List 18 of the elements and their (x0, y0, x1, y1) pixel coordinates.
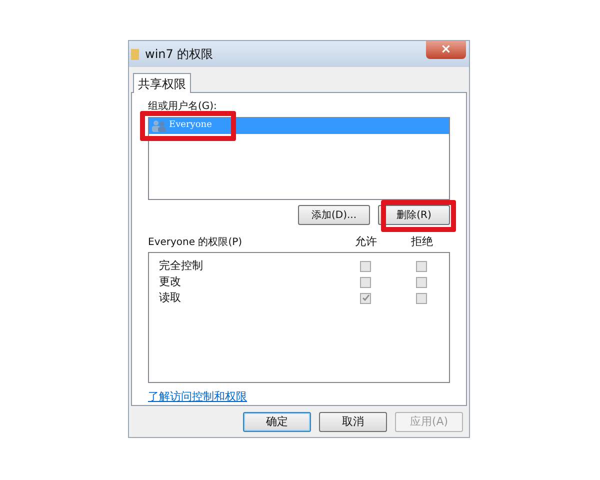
permission-name: 更改 (159, 274, 182, 290)
list-action-button[interactable]: 删除(R) (378, 205, 450, 226)
list-action-button[interactable]: 添加(D)... (298, 205, 370, 226)
permission-name: 读取 (159, 290, 182, 306)
tab[interactable]: 共享权限 (133, 73, 191, 93)
dialog-button[interactable]: 确定 (243, 412, 311, 432)
folder-icon (131, 47, 139, 61)
help-link[interactable]: 了解访问控制和权限 (148, 388, 450, 405)
window-title: win7 的权限 (145, 46, 214, 63)
permission-name: 完全控制 (159, 258, 204, 274)
user-name: Everyone (169, 119, 212, 132)
permissions-label: Everyone 的权限(P) (148, 236, 244, 250)
users-icon (151, 120, 167, 132)
group-label: 组或用户名(G): (148, 100, 218, 114)
checkmark-icon (362, 294, 370, 302)
column-header: 允许 (354, 234, 378, 250)
column-header: 拒绝 (410, 234, 434, 250)
dialog-button[interactable]: 取消 (319, 412, 387, 432)
